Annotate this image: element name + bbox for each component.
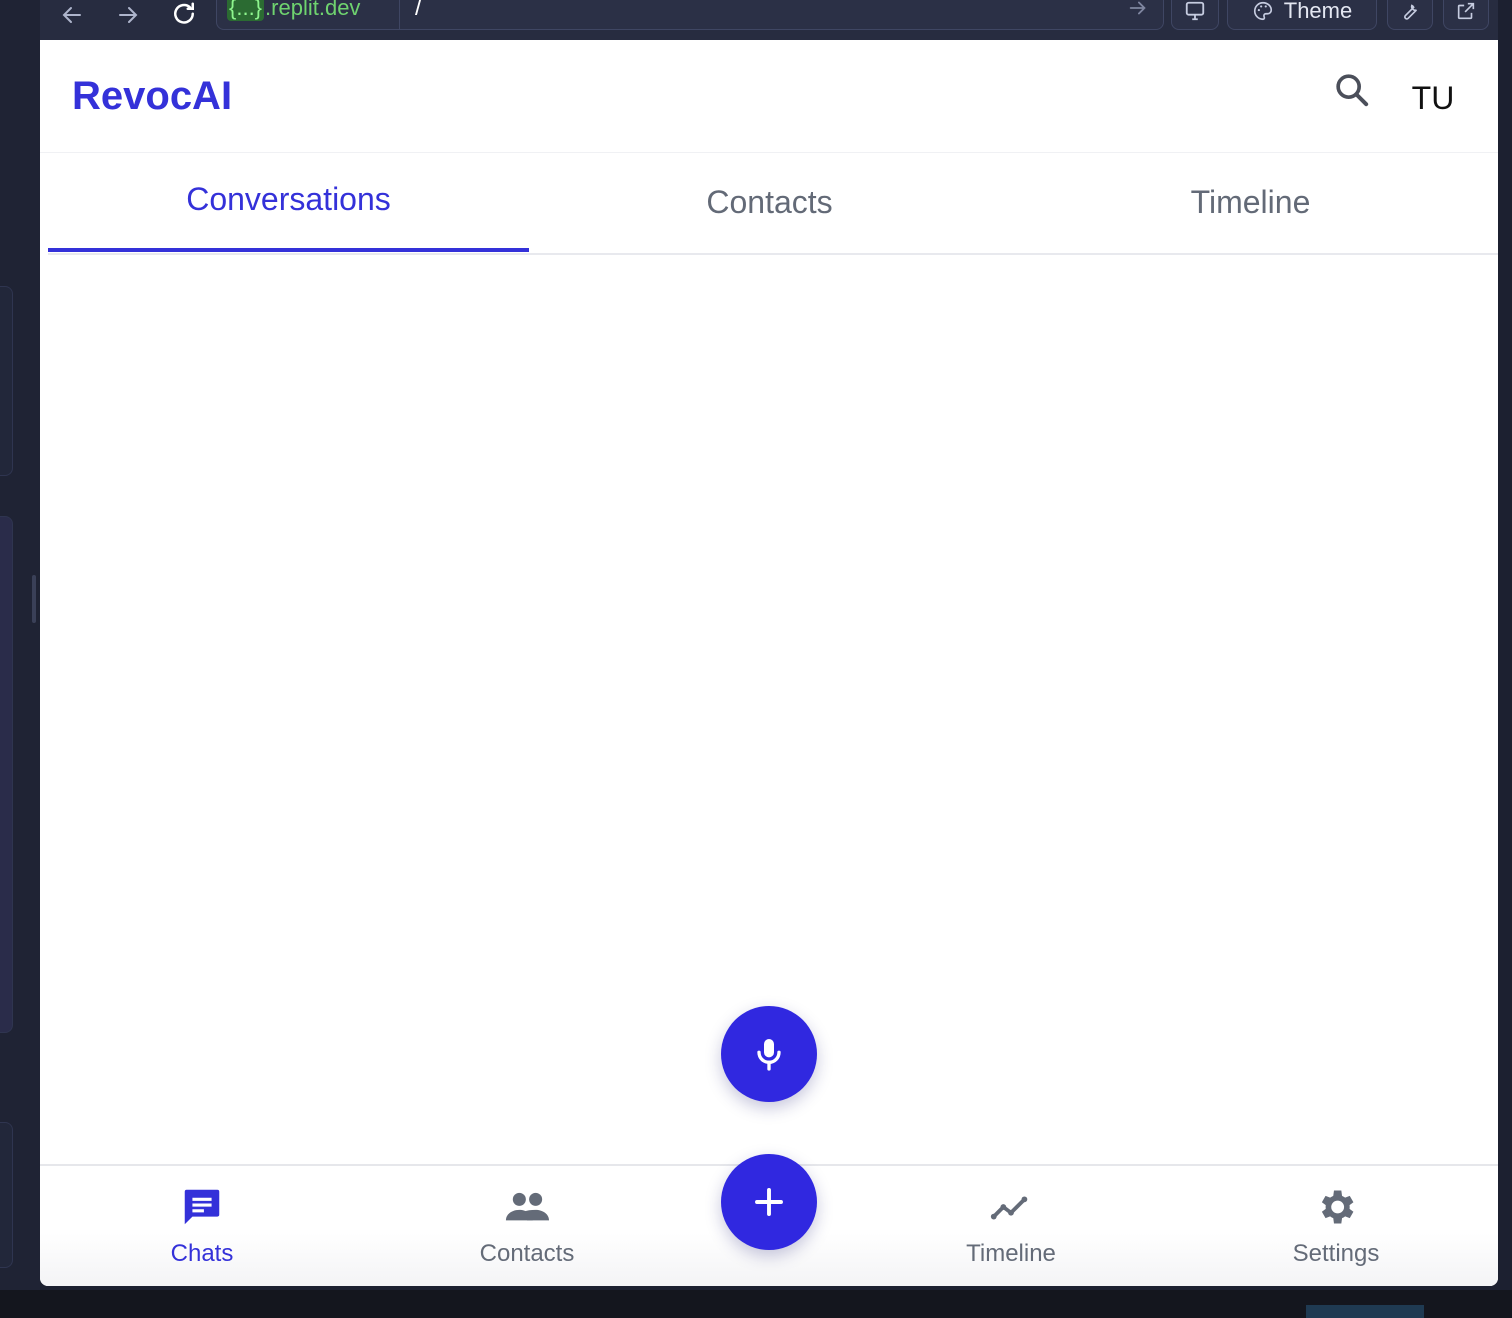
url-domain-text: .replit.dev (265, 0, 361, 20)
record-voice-button[interactable] (721, 1006, 817, 1102)
url-chip: {...} (227, 0, 265, 21)
gear-icon (1236, 1184, 1436, 1230)
arrow-left-icon (62, 7, 81, 23)
left-sidebar-rail (0, 0, 40, 1290)
nav-label: Settings (1292, 1240, 1380, 1267)
go-icon[interactable] (1127, 0, 1149, 24)
nav-settings[interactable]: Settings (1236, 1166, 1436, 1286)
tab-timeline[interactable]: Timeline (1010, 153, 1491, 251)
reload-icon (174, 2, 194, 24)
trend-icon (911, 1184, 1111, 1230)
arrow-right-icon (119, 7, 138, 23)
tab-conversations[interactable]: Conversations (48, 153, 529, 252)
nav-chats[interactable]: Chats (102, 1166, 302, 1286)
url-separator (399, 0, 400, 29)
nav-contacts[interactable]: Contacts (427, 1166, 627, 1286)
devtools-button[interactable] (1387, 0, 1433, 30)
brand-logo[interactable]: RevocAI (72, 74, 232, 119)
new-conversation-button[interactable] (721, 1154, 817, 1250)
url-domain: {...} .replit.dev (227, 0, 360, 21)
rail-panel (0, 516, 13, 1033)
people-icon (427, 1184, 627, 1230)
theme-label: Theme (1283, 0, 1353, 23)
desktop-strip-highlight (1306, 1305, 1424, 1318)
nav-label: Contacts (479, 1240, 575, 1267)
rail-panel (0, 286, 13, 476)
nav-label: Chats (170, 1240, 234, 1267)
forward-button[interactable] (110, 0, 146, 30)
tab-contacts[interactable]: Contacts (529, 153, 1010, 251)
devices-button[interactable] (1171, 0, 1219, 30)
back-button[interactable] (54, 0, 90, 30)
nav-timeline[interactable]: Timeline (911, 1166, 1111, 1286)
tab-label: Timeline (1190, 183, 1311, 220)
browser-toolbar: {...} .replit.dev / Theme (40, 0, 1498, 40)
tab-label: Conversations (186, 180, 391, 217)
tab-label: Contacts (706, 183, 833, 220)
search-button[interactable] (1330, 68, 1374, 112)
url-path: / (415, 0, 422, 21)
reload-button[interactable] (166, 0, 202, 30)
wrench-icon (1404, 4, 1418, 20)
right-rail (1498, 0, 1512, 1300)
chat-icon (102, 1184, 302, 1230)
avatar[interactable]: TU (1400, 76, 1466, 120)
palette-icon (1253, 1, 1272, 21)
theme-button[interactable]: Theme (1227, 0, 1377, 30)
rail-panel (0, 1122, 13, 1268)
search-icon (1336, 74, 1369, 107)
microphone-icon (757, 1039, 781, 1071)
app-header: RevocAI TU (40, 40, 1498, 153)
tab-bar: Conversations Contacts Timeline (48, 153, 1498, 255)
external-link-icon (1457, 2, 1475, 20)
open-new-tab-button[interactable] (1443, 0, 1489, 30)
monitor-icon (1185, 1, 1205, 21)
plus-icon (755, 1188, 783, 1216)
resize-handle[interactable] (32, 575, 36, 623)
app-window: RevocAI TU Conversations Contacts Timeli… (40, 40, 1498, 1286)
desktop-strip (0, 1290, 1512, 1318)
address-bar[interactable]: {...} .replit.dev / (216, 0, 1164, 30)
nav-label: Timeline (966, 1240, 1056, 1267)
